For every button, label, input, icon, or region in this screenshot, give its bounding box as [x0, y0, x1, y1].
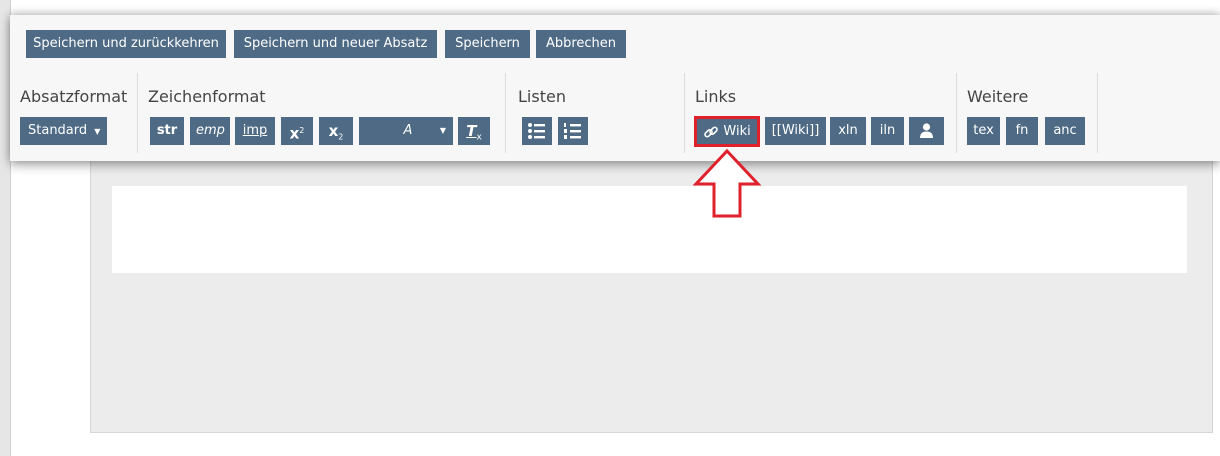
numbered-list-icon — [564, 123, 581, 139]
user-link-button[interactable] — [909, 117, 944, 145]
subscript-base: x — [328, 122, 339, 140]
footnote-button[interactable]: fn — [1006, 117, 1038, 145]
character-style-value: A — [403, 123, 413, 138]
external-link-button[interactable]: xln — [830, 117, 866, 145]
editor-text-input[interactable] — [112, 186, 1187, 273]
bullet-list-button[interactable] — [522, 117, 552, 145]
paragraph-format-label: Absatzformat — [20, 87, 128, 106]
links-label: Links — [695, 87, 737, 106]
save-button[interactable]: Speichern — [445, 30, 530, 58]
superscript-exponent: 2 — [299, 126, 305, 135]
superscript-base: x — [289, 124, 300, 143]
internal-link-button[interactable]: iln — [871, 117, 904, 145]
important-button[interactable]: imp — [235, 117, 275, 145]
group-divider — [137, 73, 138, 153]
lists-label: Listen — [518, 87, 566, 106]
numbered-list-button[interactable] — [558, 117, 588, 145]
paragraph-format-value: Standard — [28, 123, 88, 138]
character-format-label: Zeichenformat — [148, 87, 266, 106]
clear-format-base: T — [466, 122, 477, 140]
more-label: Weitere — [967, 87, 1029, 106]
paragraph-format-dropdown[interactable]: Standard ▼ — [20, 117, 107, 145]
arrow-up-icon — [692, 148, 762, 218]
clear-format-mark: x — [476, 132, 482, 143]
cancel-button[interactable]: Abbrechen — [536, 30, 626, 58]
tex-button[interactable]: tex — [967, 117, 1000, 145]
save-return-button[interactable]: Speichern und zurückkehren — [26, 30, 226, 58]
group-divider — [505, 73, 506, 153]
bullet-list-icon — [528, 123, 545, 139]
emphasis-button[interactable]: emp — [190, 117, 230, 145]
group-divider — [1097, 73, 1098, 153]
wiki-brackets-button[interactable]: [[Wiki]] — [765, 117, 826, 145]
chevron-down-icon: ▼ — [439, 126, 446, 135]
anchor-button[interactable]: anc — [1045, 117, 1085, 145]
highlight-box — [694, 116, 760, 147]
save-new-paragraph-button[interactable]: Speichern und neuer Absatz — [234, 30, 437, 58]
clear-format-button[interactable]: Tx — [458, 117, 490, 145]
group-divider — [684, 73, 685, 153]
subscript-exponent: 2 — [338, 132, 344, 142]
character-style-dropdown[interactable]: A ▼ — [359, 117, 453, 145]
subscript-button[interactable]: x2 — [319, 117, 353, 145]
group-divider — [956, 73, 957, 153]
chevron-down-icon: ▼ — [94, 127, 101, 136]
superscript-button[interactable]: x2 — [281, 117, 313, 145]
user-icon — [920, 123, 933, 138]
strong-button[interactable]: str — [150, 117, 184, 145]
